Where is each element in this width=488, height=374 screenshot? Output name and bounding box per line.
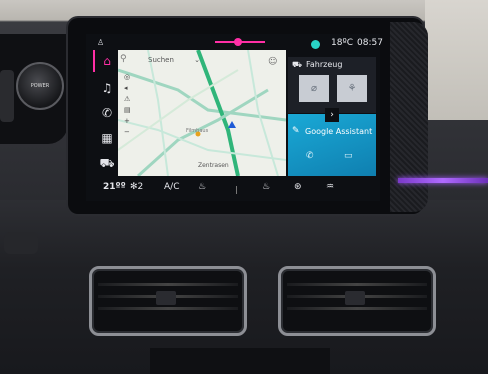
car-infotainment-photo: POWER ♙ 18ºC 08:57 ⌂ ♫ ✆ ▦ ⛟ ⚲ Suchen ⌄ … — [0, 0, 488, 374]
clock: 08:57 — [357, 38, 383, 48]
lower-console — [150, 348, 330, 374]
map-place-label: Zentrasen — [198, 162, 229, 169]
apps-grid-icon[interactable]: ▦ — [98, 129, 116, 147]
seat-heat-right-icon[interactable]: ♨ — [262, 182, 270, 192]
vehicle-tile-1[interactable]: ⌀ — [299, 75, 329, 102]
person-icon: ♙ — [97, 38, 105, 47]
air-vent-left[interactable] — [89, 266, 247, 336]
layers-icon[interactable]: ▤ — [124, 105, 131, 116]
home-icon[interactable]: ⌂ — [98, 52, 116, 70]
steering-stalk — [4, 232, 38, 254]
sound-icon[interactable]: ◂ — [124, 83, 131, 94]
zoom-in-icon[interactable]: + — [124, 116, 131, 127]
assistant-title: Google Assistant — [305, 127, 373, 136]
vehicle-icon: ⛟ — [292, 60, 303, 69]
alert-icon[interactable]: ⚠ — [124, 94, 131, 105]
map-pin-icon: ⚲ — [120, 54, 127, 64]
phone-icon[interactable]: ✆ — [306, 151, 314, 161]
seat-vent-icon[interactable]: ♒ — [326, 182, 334, 192]
car-icon[interactable]: ⛟ — [98, 154, 116, 172]
compass-icon[interactable]: ◎ — [124, 72, 131, 83]
music-icon[interactable]: ♫ — [98, 79, 116, 97]
status-indicator — [311, 40, 320, 49]
vehicle-panel-title: Fahrzeug — [306, 60, 343, 69]
vehicle-tile-2[interactable]: ⚘ — [337, 75, 367, 102]
assistant-panel[interactable] — [288, 114, 376, 176]
background-wall — [425, 0, 488, 120]
map-place-label: Filmhaus — [186, 128, 209, 134]
air-vent-right[interactable] — [278, 266, 436, 336]
steering-heat-icon[interactable]: ⊛ — [294, 182, 302, 192]
fan-speed[interactable]: ✻2 — [130, 182, 143, 192]
account-icon[interactable]: ☺ — [268, 57, 277, 67]
zoom-out-icon[interactable]: − — [124, 127, 131, 138]
divider — [236, 186, 237, 194]
volume-handle[interactable] — [234, 38, 242, 46]
phone-icon[interactable]: ✆ — [98, 104, 116, 122]
ac-button[interactable]: A/C — [164, 182, 179, 192]
mic-icon: ✎ — [292, 126, 300, 136]
map-controls[interactable]: ◎ ◂ ⚠ ▤ + − — [124, 72, 131, 138]
mic-off-icon: ⌀ — [310, 83, 318, 94]
cabin-temperature[interactable]: 21ºº — [103, 182, 126, 192]
left-trim — [0, 70, 14, 122]
message-icon[interactable]: ▭ — [344, 151, 353, 161]
assist-icon: ⚘ — [347, 83, 357, 94]
chevron-down-icon: ⌄ — [194, 56, 201, 64]
fan-icon: ✻ — [130, 182, 138, 192]
power-knob[interactable]: POWER — [16, 62, 64, 110]
chevron-right-icon[interactable]: › — [325, 108, 339, 122]
outside-temperature: 18ºC — [331, 38, 353, 48]
ambient-light-strip — [398, 178, 488, 183]
map-search-box[interactable]: Suchen ⌄ — [148, 56, 218, 70]
map-search-label: Suchen — [148, 56, 174, 64]
seat-heat-icon[interactable]: ♨ — [198, 182, 206, 192]
bezel-texture — [390, 22, 428, 212]
